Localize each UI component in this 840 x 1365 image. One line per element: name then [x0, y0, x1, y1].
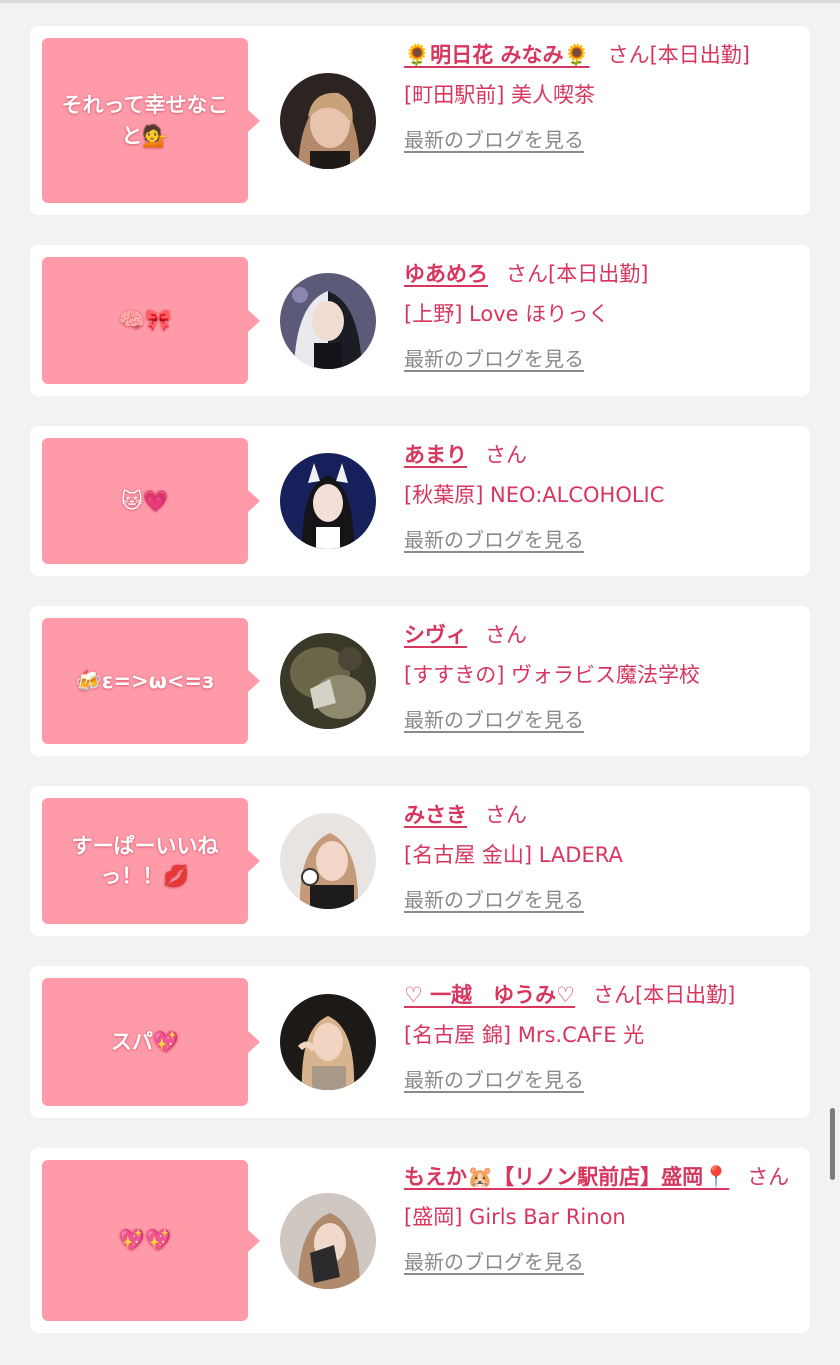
shop-label[interactable]: [名古屋 錦] Mrs.CAFE 光 — [404, 1020, 792, 1052]
cast-suffix: さん[本日出勤] — [506, 262, 649, 286]
blog-like-list: それって幸せなこと💁 🌻明日花 みなみ🌻 さん[本日出勤] [町田駅前] 美人喫茶… — [30, 26, 810, 1363]
message-text: 🐱💗 — [120, 488, 170, 513]
list-item: それって幸せなこと💁 🌻明日花 みなみ🌻 さん[本日出勤] [町田駅前] 美人喫茶… — [30, 26, 810, 215]
cast-suffix: さん — [747, 1165, 790, 1189]
cast-name-link[interactable]: もえか🐹【リノン駅前店】盛岡📍 — [404, 1165, 729, 1189]
message-bubble: 💖💖 — [42, 1160, 260, 1321]
cast-name-link[interactable]: ゆあめろ — [404, 262, 488, 286]
message-text: 💖💖 — [118, 1228, 172, 1253]
message-bubble: 🍻ε=>ω<=з — [42, 618, 260, 744]
list-item: スパ💖 ♡ 一越 ゆうみ♡ さん[本日出勤] [名古屋 錦] Mrs.CAFE 光… — [30, 966, 810, 1118]
shop-label[interactable]: [名古屋 金山] LADERA — [404, 840, 792, 872]
cast-suffix: さん[本日出勤] — [592, 983, 736, 1007]
avatar[interactable] — [280, 633, 376, 729]
cast-suffix: さん — [485, 623, 527, 647]
cast-suffix: さん[本日出勤] — [607, 43, 750, 67]
avatar[interactable] — [280, 453, 376, 549]
latest-blog-link[interactable]: 最新のブログを見る — [404, 1065, 584, 1095]
shop-label[interactable]: [盛岡] Girls Bar Rinon — [404, 1202, 792, 1234]
cast-name-link[interactable]: シヴィ — [404, 623, 467, 647]
cast-name-link[interactable]: 🌻明日花 みなみ🌻 — [404, 43, 590, 67]
message-text: 🧠🎀 — [118, 308, 172, 333]
message-text: すーぱーいいねっ！！💋 — [71, 833, 219, 888]
scrollbar-thumb[interactable] — [830, 1108, 835, 1180]
message-bubble: すーぱーいいねっ！！💋 — [42, 798, 260, 924]
cast-suffix: さん — [485, 803, 527, 827]
avatar[interactable] — [280, 72, 376, 169]
avatar[interactable] — [280, 1192, 376, 1289]
latest-blog-link[interactable]: 最新のブログを見る — [404, 125, 584, 155]
message-bubble: スパ💖 — [42, 978, 260, 1106]
avatar[interactable] — [280, 272, 376, 369]
cast-name-link[interactable]: ♡ 一越 ゆうみ♡ — [404, 983, 575, 1007]
avatar[interactable] — [280, 813, 376, 909]
list-item: 🧠🎀 ゆあめろ さん[本日出勤] [上野] Love ほりっく 最新のブログを見る — [30, 245, 810, 396]
list-item: 🍻ε=>ω<=з シヴィ さん [すすきの] ヴォラビス魔法学校 最新のブログを見… — [30, 606, 810, 756]
message-bubble: 🧠🎀 — [42, 257, 260, 384]
cast-name-link[interactable]: あまり — [404, 443, 467, 467]
message-text: それって幸せなこと💁 — [61, 93, 229, 148]
message-text: 🍻ε=>ω<=з — [75, 668, 215, 693]
cast-name-link[interactable]: みさき — [404, 803, 467, 827]
cast-suffix: さん — [485, 443, 527, 467]
latest-blog-link[interactable]: 最新のブログを見る — [404, 705, 584, 735]
latest-blog-link[interactable]: 最新のブログを見る — [404, 1247, 584, 1277]
top-divider — [0, 0, 840, 3]
latest-blog-link[interactable]: 最新のブログを見る — [404, 885, 584, 915]
list-item: 🐱💗 あまり さん [秋葉原] NEO:ALCOHOLIC 最新のブログを見る — [30, 426, 810, 576]
shop-label[interactable]: [上野] Love ほりっく — [404, 299, 792, 331]
latest-blog-link[interactable]: 最新のブログを見る — [404, 525, 584, 555]
shop-label[interactable]: [すすきの] ヴォラビス魔法学校 — [404, 660, 792, 692]
list-item: 💖💖 もえか🐹【リノン駅前店】盛岡📍 さん [盛岡] Girls Bar Rino… — [30, 1148, 810, 1333]
list-item: すーぱーいいねっ！！💋 みさき さん [名古屋 金山] LADERA 最新のブログ… — [30, 786, 810, 936]
shop-label[interactable]: [町田駅前] 美人喫茶 — [404, 80, 792, 112]
shop-label[interactable]: [秋葉原] NEO:ALCOHOLIC — [404, 480, 792, 512]
avatar[interactable] — [280, 994, 376, 1090]
latest-blog-link[interactable]: 最新のブログを見る — [404, 344, 584, 374]
message-text: スパ💖 — [110, 1029, 180, 1054]
message-bubble: 🐱💗 — [42, 438, 260, 564]
message-bubble: それって幸せなこと💁 — [42, 38, 260, 203]
